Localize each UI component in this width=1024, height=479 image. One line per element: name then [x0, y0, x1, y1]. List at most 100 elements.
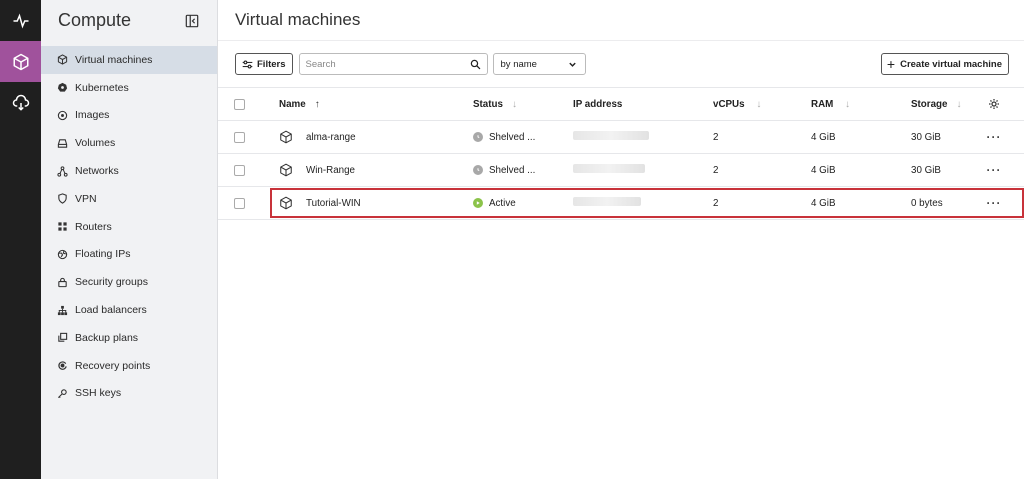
- rail-monitoring-button[interactable]: [0, 0, 41, 41]
- sidebar-item-security-groups[interactable]: Security groups: [41, 268, 217, 296]
- collapse-panel-icon: [185, 14, 199, 27]
- shield-icon: [58, 193, 67, 205]
- more-actions-icon[interactable]: ···: [987, 197, 1002, 209]
- search-input[interactable]: [305, 58, 470, 70]
- cube-icon: [57, 54, 68, 65]
- gear-icon: [989, 99, 999, 109]
- vcpus-cell: 2: [713, 164, 719, 176]
- column-header-vcpus[interactable]: vCPUs ↓: [713, 99, 811, 110]
- key-icon: [57, 389, 67, 398]
- rail-compute-button[interactable]: [0, 41, 41, 82]
- sidebar-item-label: Floating IPs: [75, 248, 131, 261]
- ram-cell: 4 GiB: [811, 197, 836, 209]
- column-header-ip[interactable]: IP address: [573, 99, 713, 110]
- sort-select-value: by name: [500, 58, 537, 70]
- sidebar-item-routers[interactable]: Routers: [41, 213, 217, 241]
- active-status-icon: [473, 198, 483, 208]
- more-actions-icon[interactable]: ···: [987, 131, 1002, 143]
- cloud-icon: [12, 94, 29, 110]
- sidebar-item-label: VPN: [75, 192, 97, 205]
- hierarchy-icon: [57, 305, 68, 315]
- column-header-name[interactable]: Name ↑: [262, 99, 473, 110]
- sidebar-item-label: Backup plans: [75, 331, 139, 344]
- column-header-status[interactable]: Status ↓: [473, 99, 573, 110]
- sidebar-item-label: Recovery points: [75, 359, 151, 372]
- cube-icon: [280, 163, 292, 177]
- sidebar-item-images[interactable]: Images: [41, 102, 217, 130]
- select-all-checkbox[interactable]: [234, 98, 245, 110]
- disc-icon: [57, 110, 68, 121]
- sidebar-item-label: Virtual machines: [75, 53, 153, 66]
- sidebar-item-floating-ips[interactable]: Floating IPs: [41, 241, 217, 269]
- lock-icon: [58, 277, 67, 287]
- toolbar: Filters by name + Create virtual machine: [218, 41, 1024, 87]
- sort-icon: ↓: [756, 98, 762, 110]
- drive-icon: [57, 139, 68, 148]
- column-header-storage[interactable]: Storage ↓: [911, 99, 973, 110]
- icon-rail: [0, 0, 41, 479]
- vcpus-cell: 2: [713, 131, 719, 143]
- column-header-ram[interactable]: RAM ↓: [811, 99, 911, 110]
- redacted-ip: [573, 164, 645, 173]
- cube-icon: [280, 130, 292, 144]
- vm-name-link[interactable]: alma-range: [306, 132, 356, 143]
- sort-select[interactable]: by name: [492, 53, 586, 75]
- activity-icon: [13, 13, 28, 28]
- row-checkbox[interactable]: [234, 197, 245, 209]
- kubernetes-icon: [57, 83, 68, 92]
- sidebar-item-label: Images: [75, 109, 110, 122]
- search-box: [298, 53, 488, 75]
- sidebar-item-label: Security groups: [75, 276, 148, 289]
- sidebar-item-label: Kubernetes: [75, 81, 129, 94]
- globe-icon: [57, 249, 68, 260]
- storage-cell: 30 GiB: [911, 164, 941, 176]
- sidebar-item-ssh-keys[interactable]: SSH keys: [41, 380, 217, 408]
- sliders-icon: [242, 60, 253, 68]
- ram-cell: 4 GiB: [811, 164, 836, 176]
- sidebar-header: Compute: [41, 0, 217, 41]
- table-settings-button[interactable]: [973, 98, 1015, 110]
- sidebar-nav: Virtual machines Kubernetes Images Volum…: [41, 46, 217, 407]
- filters-button[interactable]: Filters: [235, 53, 293, 75]
- row-checkbox[interactable]: [234, 164, 245, 176]
- sidebar-item-label: Routers: [75, 220, 112, 233]
- ram-cell: 4 GiB: [811, 131, 836, 143]
- shelved-status-icon: [473, 132, 483, 142]
- main-content: Virtual machines Filters by name + Creat…: [218, 0, 1024, 479]
- chevron-down-icon: [568, 62, 576, 67]
- backup-icon: [58, 333, 68, 343]
- sort-icon: ↓: [845, 98, 851, 110]
- status-text: Active: [489, 197, 516, 209]
- sidebar-item-vpn[interactable]: VPN: [41, 185, 217, 213]
- table-row-highlighted[interactable]: Tutorial-WIN Active 2 4 GiB 0 bytes ···: [218, 187, 1024, 220]
- network-icon: [57, 165, 68, 177]
- rail-cloud-button[interactable]: [0, 82, 41, 123]
- create-virtual-machine-button[interactable]: + Create virtual machine: [880, 53, 1009, 75]
- vm-name-link[interactable]: Win-Range: [306, 165, 355, 176]
- vm-name-link[interactable]: Tutorial-WIN: [306, 198, 361, 209]
- sidebar-item-load-balancers[interactable]: Load balancers: [41, 296, 217, 324]
- storage-cell: 30 GiB: [911, 131, 941, 143]
- sidebar-item-recovery-points[interactable]: Recovery points: [41, 352, 217, 380]
- sidebar-item-volumes[interactable]: Volumes: [41, 129, 217, 157]
- status-text: Shelved ...: [489, 164, 536, 176]
- sidebar-item-networks[interactable]: Networks: [41, 157, 217, 185]
- row-checkbox[interactable]: [234, 131, 245, 143]
- app: Compute Virtual machines Kubernetes Imag…: [0, 0, 1024, 479]
- sidebar-item-virtual-machines[interactable]: Virtual machines: [41, 46, 217, 74]
- storage-cell: 0 bytes: [911, 197, 943, 209]
- table-row[interactable]: Win-Range Shelved ... 2 4 GiB 30 GiB ···: [218, 154, 1024, 187]
- sidebar-item-backup-plans[interactable]: Backup plans: [41, 324, 217, 352]
- sidebar-item-label: Volumes: [75, 137, 116, 150]
- collapse-sidebar-button[interactable]: [185, 14, 199, 28]
- table-row[interactable]: alma-range Shelved ... 2 4 GiB 30 GiB ··…: [218, 121, 1024, 154]
- status-text: Shelved ...: [489, 131, 536, 143]
- more-actions-icon[interactable]: ···: [987, 164, 1002, 176]
- sidebar: Compute Virtual machines Kubernetes Imag…: [41, 0, 218, 479]
- page-title: Virtual machines: [218, 0, 1024, 41]
- sidebar-item-label: SSH keys: [75, 387, 122, 400]
- search-icon[interactable]: [470, 59, 481, 70]
- create-label: Create virtual machine: [900, 58, 1002, 70]
- sidebar-item-kubernetes[interactable]: Kubernetes: [41, 74, 217, 102]
- vm-table: Name ↑ Status ↓ IP address vCPUs ↓ RAM ↓: [218, 87, 1024, 220]
